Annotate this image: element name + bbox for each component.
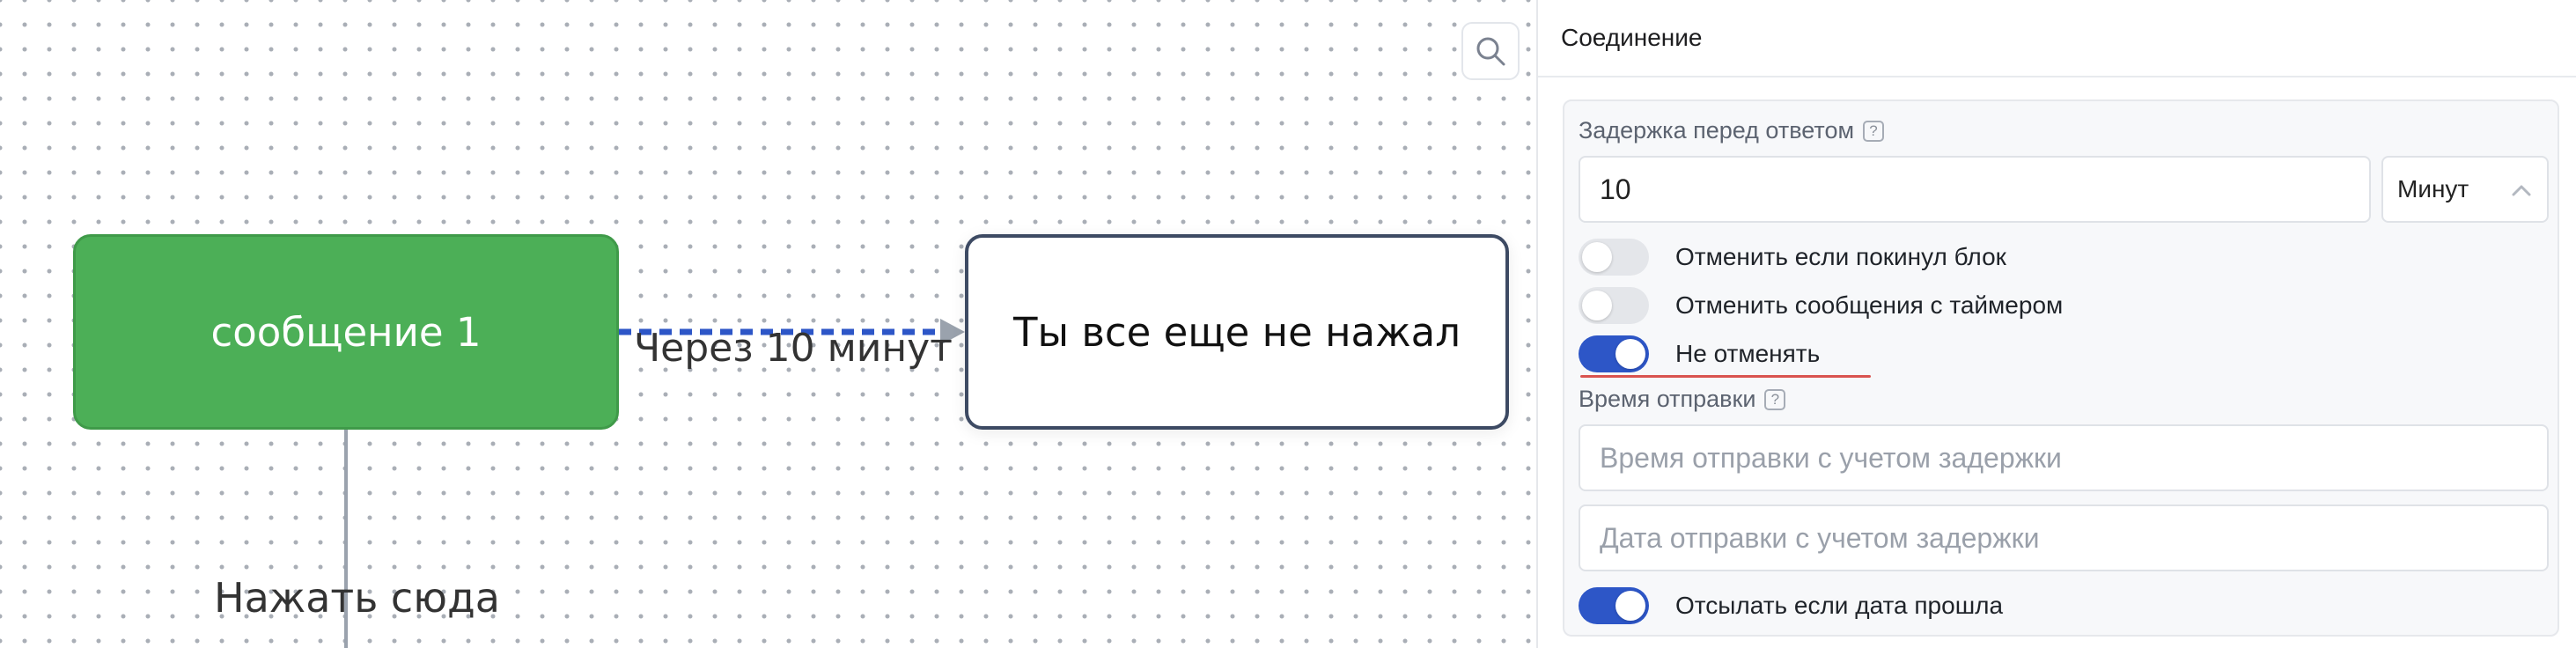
cancel-if-left-label: Отменить если покинул блок (1675, 243, 2006, 270)
cancel-timer-messages-toggle[interactable] (1579, 287, 1649, 324)
toggle-knob (1616, 591, 1645, 621)
toggle-knob (1582, 291, 1612, 320)
do-not-cancel-label: Не отменять (1675, 340, 1821, 367)
cancel-if-left-toggle[interactable] (1579, 239, 1649, 276)
send-time-label-text: Время отправки (1579, 386, 1756, 412)
flow-canvas[interactable]: сообщение 1 Ты все еще не нажал Через 10… (0, 0, 1536, 648)
toggle-knob (1616, 339, 1645, 369)
delay-unit-value: Минут (2397, 175, 2469, 202)
message-node-label: сообщение 1 (210, 308, 482, 356)
connection-settings-card: Задержка перед ответом ? Минут Отменить … (1563, 99, 2559, 637)
toggle-row-cancel-timer-messages: Отменить сообщения с таймером (1579, 286, 2063, 325)
zoom-button[interactable] (1461, 22, 1520, 80)
toggle-knob (1582, 242, 1612, 272)
cancel-timer-messages-label: Отменить сообщения с таймером (1675, 291, 2064, 319)
chevron-up-icon (2512, 185, 2531, 196)
help-icon[interactable]: ? (1863, 120, 1885, 142)
toggle-row-do-not-cancel: Не отменять (1579, 335, 1820, 373)
toggle-row-cancel-if-left: Отменить если покинул блок (1579, 238, 2006, 276)
connection-panel: Соединение Задержка перед ответом ? Мину… (1536, 0, 2576, 648)
delay-unit-select[interactable]: Минут (2381, 156, 2549, 223)
delay-label: Задержка перед ответом ? (1579, 117, 1885, 144)
send-if-past-toggle[interactable] (1579, 587, 1649, 624)
send-if-past-label: Отсылать если дата прошла (1675, 592, 2004, 619)
panel-title: Соединение (1538, 0, 2576, 77)
message-node[interactable]: сообщение 1 (73, 234, 619, 430)
connector-label[interactable]: Через 10 минут (634, 326, 953, 371)
delay-label-text: Задержка перед ответом (1579, 117, 1855, 144)
send-time-input[interactable] (1579, 424, 2549, 491)
highlight-underline (1580, 375, 1871, 378)
do-not-cancel-toggle[interactable] (1579, 335, 1649, 372)
button-label[interactable]: Нажать сюда (214, 574, 500, 622)
toggle-row-send-if-past: Отсылать если дата прошла (1579, 586, 2003, 625)
reminder-node-label: Ты все еще не нажал (1013, 308, 1461, 356)
delay-input[interactable] (1579, 156, 2371, 223)
reminder-node[interactable]: Ты все еще не нажал (965, 234, 1509, 430)
send-date-input[interactable] (1579, 504, 2549, 571)
search-icon (1476, 37, 1505, 66)
help-icon[interactable]: ? (1764, 388, 1786, 410)
send-time-label: Время отправки ? (1579, 386, 1786, 413)
